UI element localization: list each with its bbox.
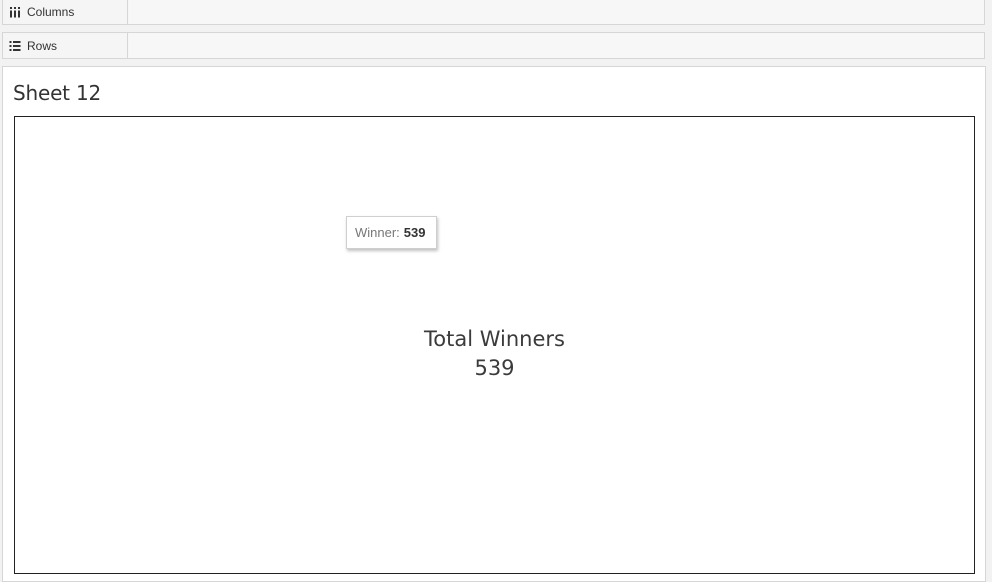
sheet-title[interactable]: Sheet 12 bbox=[13, 81, 101, 105]
rows-shelf-icon bbox=[9, 40, 21, 52]
columns-drop-area[interactable] bbox=[129, 0, 984, 24]
worksheet: Sheet 12 Total Winners 539 bbox=[2, 66, 986, 582]
kpi-title: Total Winners bbox=[424, 327, 565, 351]
tooltip-value: 539 bbox=[403, 225, 426, 240]
tooltip: Winner: 539 bbox=[346, 216, 437, 249]
columns-shelf-label: Columns bbox=[3, 0, 128, 24]
view-pane[interactable]: Total Winners 539 bbox=[14, 116, 975, 574]
kpi-text-mark[interactable]: Total Winners 539 bbox=[15, 325, 974, 383]
rows-shelf-label: Rows bbox=[3, 33, 128, 58]
columns-shelf[interactable]: Columns bbox=[2, 0, 985, 25]
kpi-value: 539 bbox=[474, 356, 515, 380]
tooltip-label: Winner: bbox=[355, 225, 400, 240]
rows-shelf[interactable]: Rows bbox=[2, 32, 985, 59]
columns-shelf-icon bbox=[9, 6, 21, 18]
rows-drop-area[interactable] bbox=[129, 33, 984, 58]
columns-shelf-text: Columns bbox=[27, 5, 75, 19]
rows-shelf-text: Rows bbox=[27, 38, 58, 53]
